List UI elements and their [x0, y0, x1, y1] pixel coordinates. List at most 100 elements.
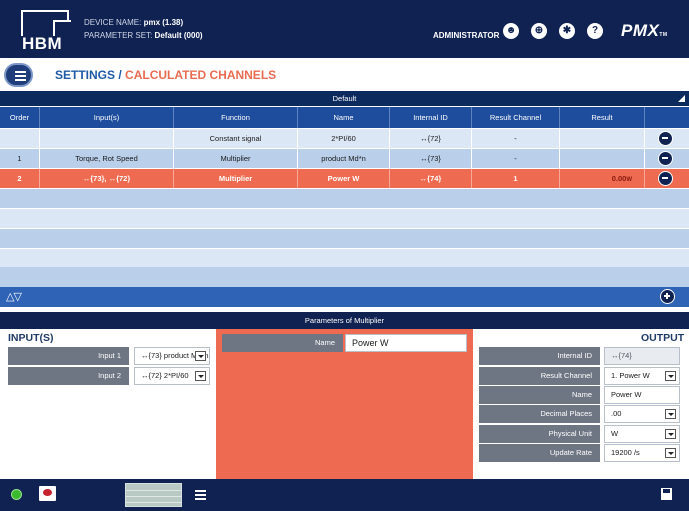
name-input[interactable]: Power W: [345, 334, 467, 352]
physical-unit-value: W: [611, 429, 619, 438]
col-internal-id: Internal ID: [390, 107, 472, 128]
physical-unit-label: Physical Unit: [479, 425, 600, 443]
decimal-places-value: .00: [611, 409, 622, 418]
cell-name: product Md*n: [298, 149, 390, 168]
cell-function: Multiplier: [174, 169, 298, 188]
help-icon[interactable]: ?: [587, 23, 603, 39]
globe-icon[interactable]: ⊕: [531, 23, 547, 39]
internal-id-label: Internal ID: [479, 347, 600, 365]
move-up-down-icon[interactable]: △▽: [6, 291, 22, 303]
save-icon[interactable]: [661, 488, 672, 500]
breadcrumb: SETTINGS / CALCULATED CHANNELS: [55, 68, 276, 82]
result-channel-select[interactable]: 1. Power W: [604, 367, 680, 385]
main-menu-button[interactable]: [4, 63, 33, 87]
cell-result: [560, 129, 645, 148]
empty-row: [0, 249, 689, 268]
cell-name: 2*PI/60: [298, 129, 390, 148]
result-unit: W: [626, 176, 632, 183]
col-name: Name: [298, 107, 390, 128]
result-channel-value: 1. Power W: [611, 371, 650, 380]
cell-result-channel: -: [472, 129, 560, 148]
hbm-logo: HBM: [21, 10, 71, 53]
chevron-down-icon[interactable]: [665, 409, 676, 419]
cell-function: Constant signal: [174, 129, 298, 148]
table-header: Order Input(s) Function Name Internal ID…: [0, 107, 689, 128]
resize-corner-icon[interactable]: [678, 95, 685, 102]
brand-trademark: TM: [659, 32, 668, 38]
col-result-channel: Result Channel: [472, 107, 560, 128]
cell-inputs: Torque, Rot Speed: [40, 149, 174, 168]
cell-result-channel: 1: [472, 169, 560, 188]
user-icon[interactable]: ☻: [503, 23, 519, 39]
params-title: Parameters of Multiplier: [304, 316, 385, 325]
update-rate-select[interactable]: 19200 /s: [604, 444, 680, 462]
params-title-bar: Parameters of Multiplier: [0, 312, 689, 329]
result-channel-label: Result Channel: [479, 367, 600, 385]
physical-unit-select[interactable]: W: [604, 425, 680, 443]
cell-result-channel: -: [472, 149, 560, 168]
chevron-down-icon[interactable]: [665, 448, 676, 458]
breadcrumb-calculated-channels: CALCULATED CHANNELS: [125, 68, 277, 82]
device-name-label: DEVICE NAME:: [84, 18, 142, 27]
cell-internal-id: ↔{74}: [390, 169, 472, 188]
table-row-selected[interactable]: 2 ↔{73}, ↔{72} Multiplier Power W ↔{74} …: [0, 169, 689, 188]
internal-id-field: ↔{74}: [604, 347, 680, 365]
chevron-down-icon[interactable]: [665, 371, 676, 381]
name-label: Name: [222, 334, 343, 352]
cell-result: 0.00 W: [560, 169, 645, 188]
decimal-places-select[interactable]: .00: [604, 405, 680, 423]
cell-order: 2: [0, 169, 40, 188]
breadcrumb-separator: /: [118, 68, 122, 82]
table-row[interactable]: Constant signal 2*PI/60 ↔{72} -: [0, 129, 689, 148]
col-inputs: Input(s): [40, 107, 174, 128]
input2-label: Input 2: [8, 367, 129, 385]
remove-row-button[interactable]: [658, 171, 673, 186]
record-icon[interactable]: [39, 486, 56, 501]
cell-order: 1: [0, 149, 40, 168]
remove-row-button[interactable]: [658, 151, 673, 166]
empty-row: [0, 267, 689, 287]
output-heading: OUTPUT: [641, 332, 685, 344]
cell-order: [0, 129, 40, 148]
status-led-icon: [11, 489, 22, 500]
cell-internal-id: ↔{73}: [390, 149, 472, 168]
table-title-bar: Default: [0, 91, 689, 106]
logo-text: HBM: [22, 34, 63, 53]
cell-name: Power W: [298, 169, 390, 188]
result-value: 0.00: [611, 174, 627, 183]
output-name-input[interactable]: Power W: [604, 386, 680, 404]
empty-row: [0, 209, 689, 228]
update-rate-value: 19200 /s: [611, 448, 640, 457]
cell-inputs: ↔{73}, ↔{72}: [40, 169, 174, 188]
parameter-set-label: PARAMETER SET:: [84, 31, 153, 40]
chevron-down-icon[interactable]: [665, 429, 676, 439]
chevron-down-icon[interactable]: [195, 351, 206, 361]
col-order: Order: [0, 107, 40, 128]
signal-preview-thumbnail[interactable]: [125, 483, 182, 507]
table-title: Default: [332, 94, 357, 103]
table-row[interactable]: 1 Torque, Rot Speed Multiplier product M…: [0, 149, 689, 168]
inputs-heading: INPUT(S): [8, 332, 54, 344]
user-role: ADMINISTRATOR: [433, 31, 500, 40]
brand-logo: PMXTM: [621, 21, 668, 40]
top-header: HBM DEVICE NAME: pmx (1.38) PARAMETER SE…: [0, 0, 689, 58]
col-result: Result: [560, 107, 645, 128]
add-row-button[interactable]: [660, 289, 675, 304]
col-function: Function: [174, 107, 298, 128]
cell-internal-id: ↔{72}: [390, 129, 472, 148]
input1-select[interactable]: ↔{73} product Md*n: [134, 347, 210, 365]
input2-value: ↔{72} 2*PI/60: [141, 371, 189, 380]
input2-select[interactable]: ↔{72} 2*PI/60: [134, 367, 210, 385]
breadcrumb-settings[interactable]: SETTINGS: [55, 68, 115, 82]
cell-function: Multiplier: [174, 149, 298, 168]
cell-inputs: [40, 129, 174, 148]
output-name-label: Name: [479, 386, 600, 404]
device-info: DEVICE NAME: pmx (1.38) PARAMETER SET: D…: [84, 16, 203, 42]
empty-row: [0, 229, 689, 248]
parameter-set-value: Default (000): [154, 31, 203, 40]
settings-icon[interactable]: ✱: [559, 23, 575, 39]
remove-row-button[interactable]: [658, 131, 673, 146]
table-nav-bar: △▽: [0, 287, 689, 307]
chevron-down-icon[interactable]: [195, 371, 206, 381]
list-icon[interactable]: [195, 490, 206, 500]
